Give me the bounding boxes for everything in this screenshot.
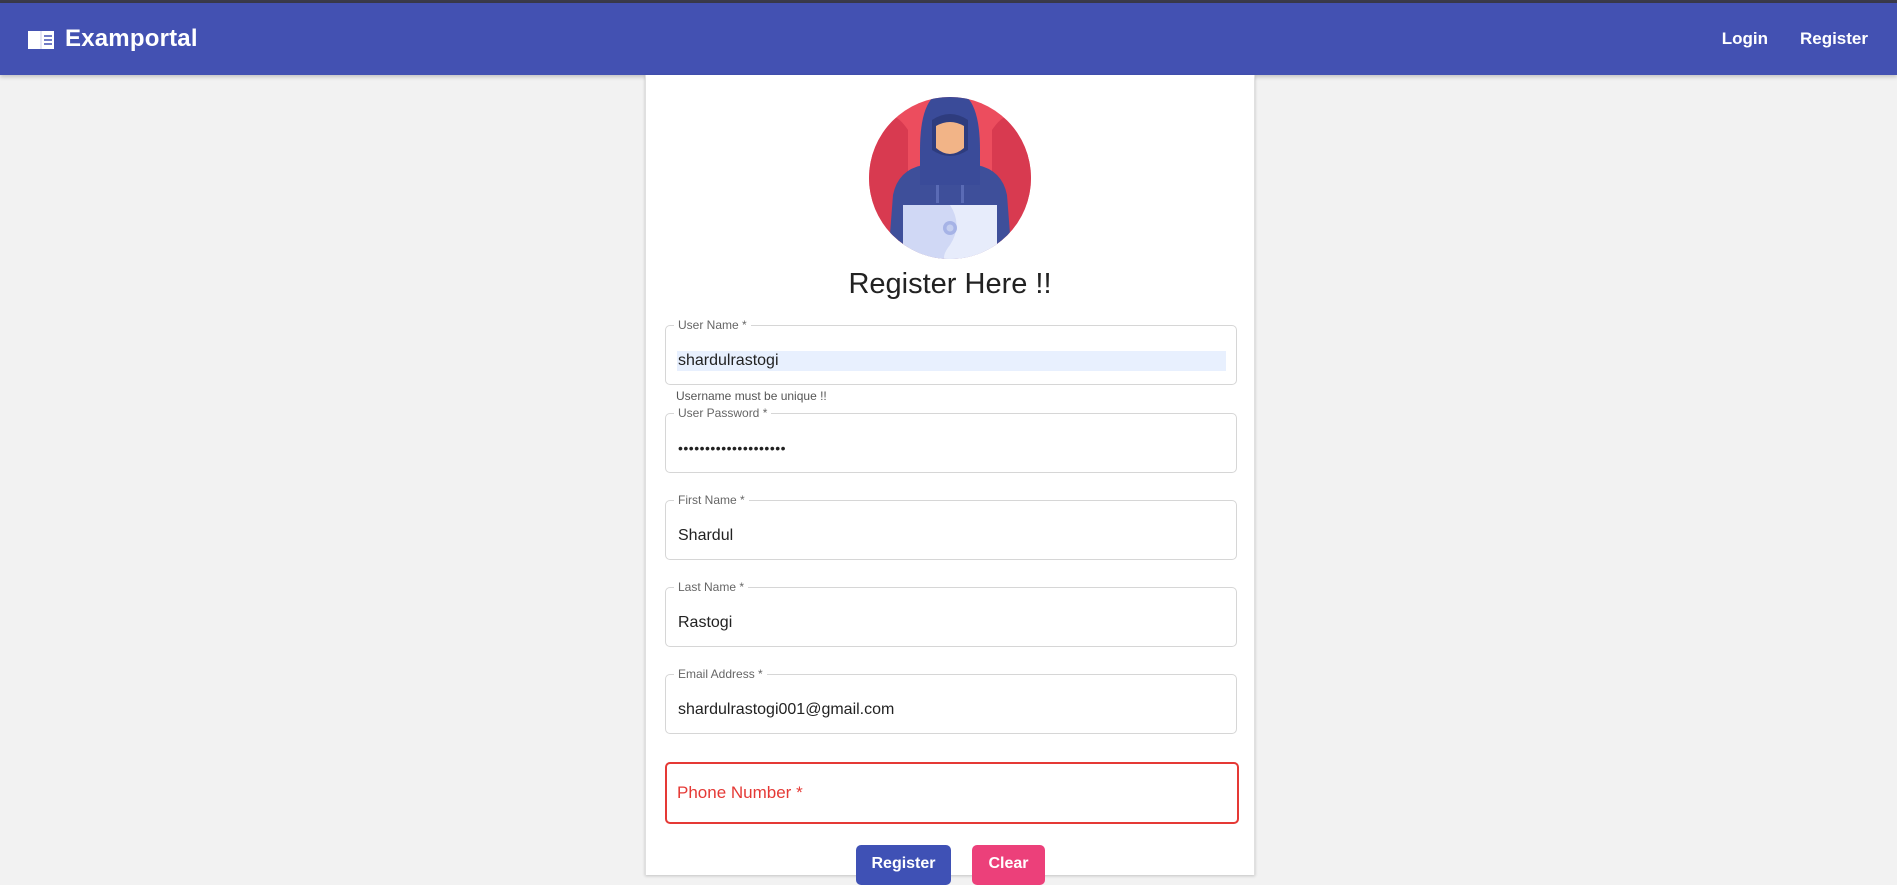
first-name-field[interactable]: First Name * Shardul — [665, 493, 1237, 560]
password-field[interactable]: User Password * •••••••••••••••••••• — [665, 406, 1237, 473]
password-label: User Password * — [674, 406, 772, 420]
brand-title: Examportal — [65, 25, 198, 52]
phone-placeholder: Phone Number * — [677, 783, 803, 802]
nav-login-link[interactable]: Login — [1718, 23, 1772, 55]
hacker-avatar-icon — [869, 97, 1031, 259]
first-name-input[interactable]: Shardul — [677, 526, 1226, 546]
last-name-label: Last Name * — [674, 580, 749, 594]
book-icon — [28, 31, 54, 49]
email-field[interactable]: Email Address * shardulrastogi001@gmail.… — [665, 667, 1237, 734]
first-name-label: First Name * — [674, 493, 749, 507]
nav-register-link[interactable]: Register — [1796, 23, 1872, 55]
navbar: Examportal Login Register — [0, 3, 1897, 75]
username-field[interactable]: User Name * shardulrastogi — [665, 318, 1237, 385]
page-title: Register Here !! — [848, 268, 1052, 300]
register-button[interactable]: Register — [856, 845, 951, 885]
username-hint: Username must be unique !! — [676, 389, 827, 403]
last-name-field[interactable]: Last Name * Rastogi — [665, 580, 1237, 647]
username-label: User Name * — [674, 318, 751, 332]
email-label: Email Address * — [674, 667, 767, 681]
phone-field[interactable]: Phone Number * — [665, 762, 1239, 824]
last-name-input[interactable]: Rastogi — [677, 613, 1226, 633]
email-input[interactable]: shardulrastogi001@gmail.com — [677, 700, 1226, 720]
password-input[interactable]: •••••••••••••••••••• — [677, 438, 1226, 458]
register-card: Register Here !! User Name * shardulrast… — [645, 75, 1255, 885]
brand[interactable]: Examportal — [27, 25, 198, 53]
clear-button[interactable]: Clear — [972, 845, 1045, 885]
nav-links: Login Register — [1718, 23, 1872, 55]
username-input[interactable]: shardulrastogi — [677, 351, 1226, 371]
